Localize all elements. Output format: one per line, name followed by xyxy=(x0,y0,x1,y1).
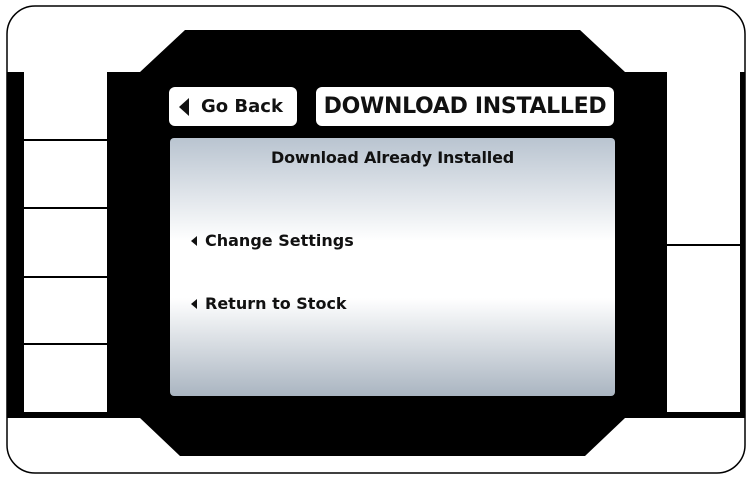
menu-item-label: Return to Stock xyxy=(205,294,347,313)
left-button-2 xyxy=(24,141,107,207)
menu-item-return-to-stock[interactable]: Return to Stock xyxy=(191,294,347,313)
triangle-left-icon xyxy=(191,235,197,246)
left-button-3 xyxy=(24,209,107,276)
left-button-5 xyxy=(24,345,107,412)
menu-item-label: Change Settings xyxy=(205,231,354,250)
left-button-4 xyxy=(24,278,107,343)
left-button-1 xyxy=(24,72,107,139)
menu-item-change-settings[interactable]: Change Settings xyxy=(191,231,354,250)
right-side-buttons xyxy=(667,72,740,412)
page-title: DOWNLOAD INSTALLED xyxy=(316,87,614,126)
right-button-2 xyxy=(667,246,740,412)
display-screen: Download Already Installed Change Settin… xyxy=(170,138,615,396)
go-back-label: Go Back xyxy=(201,96,283,117)
left-side-buttons xyxy=(24,72,107,412)
triangle-left-icon xyxy=(179,97,189,116)
right-button-1 xyxy=(667,72,740,244)
screen-title: Download Already Installed xyxy=(271,148,514,167)
go-back-button[interactable]: Go Back xyxy=(169,87,297,126)
triangle-left-icon xyxy=(191,298,197,309)
